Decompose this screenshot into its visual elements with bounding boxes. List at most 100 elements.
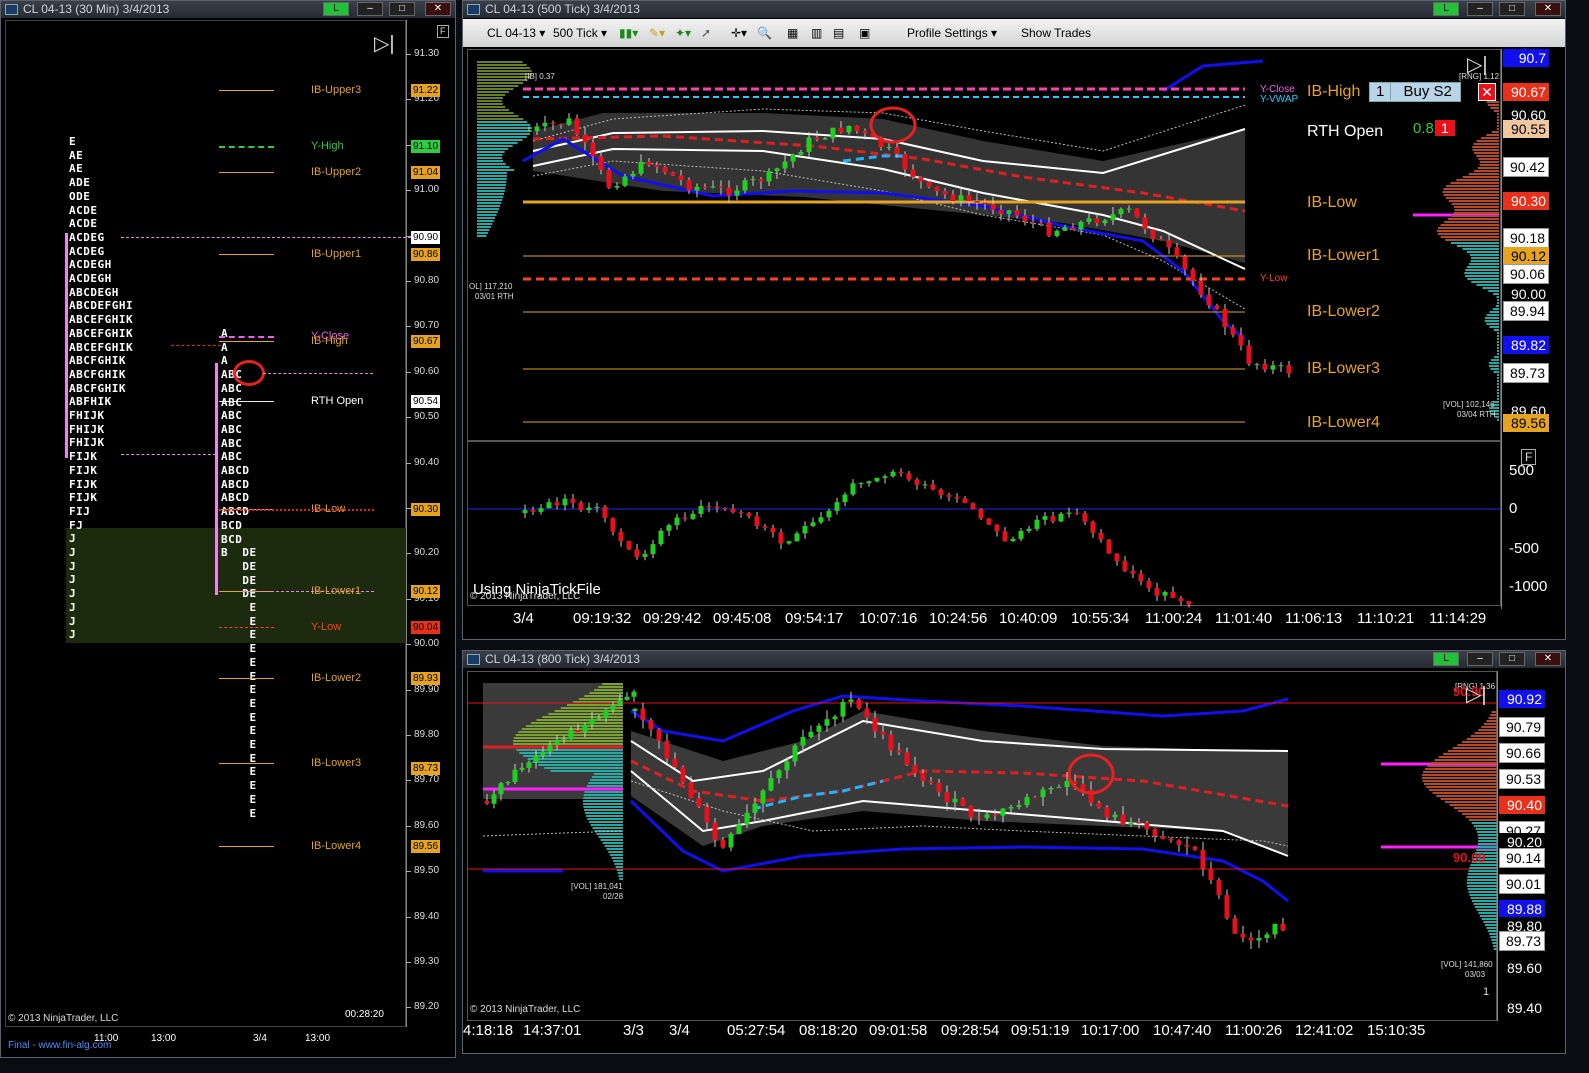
prior-profile-bar: [602, 842, 623, 844]
maximize-button[interactable]: □: [389, 2, 415, 16]
right-profile-bar: [1478, 729, 1497, 731]
prior-profile-bar: [593, 773, 623, 775]
collapse-icon[interactable]: ▷|: [1466, 685, 1487, 705]
left-chart-window[interactable]: CL 04-13 (30 Min) 3/4/2013 L – □ ✕ ▷| F …: [0, 0, 456, 1058]
candle-body: [910, 169, 916, 178]
minimize-button[interactable]: –: [357, 2, 383, 16]
candle-body: [986, 518, 992, 525]
collapse-icon[interactable]: ▷|: [1467, 55, 1488, 75]
volume-profile-bar: [477, 73, 532, 75]
tpo-row-1: FJ: [69, 518, 84, 532]
right-profile-bar: [1434, 759, 1497, 761]
order-qty[interactable]: 1: [1370, 83, 1392, 100]
bottom-chart-window[interactable]: CL 04-13 (800 Tick) 3/4/2013 L – □ ✕ [VO…: [462, 650, 1566, 1054]
candle-body: [617, 699, 623, 706]
volume-profile-bar: [477, 85, 519, 87]
candle-body: [526, 762, 532, 768]
candle-body: [862, 130, 868, 134]
candle-body: [1186, 601, 1192, 605]
candle-body: [566, 118, 572, 125]
time-tick: 4:18:18: [463, 1022, 514, 1039]
candle-body: [830, 127, 836, 139]
prior-profile-bar: [606, 848, 623, 850]
level-label-ib-lower4: IB-Lower4: [311, 840, 362, 852]
left-titlebar[interactable]: CL 04-13 (30 Min) 3/4/2013 L – □ ✕: [1, 1, 455, 18]
close-button[interactable]: ✕: [425, 2, 451, 16]
candle-body: [554, 740, 560, 746]
candle-body: [526, 130, 532, 132]
candle-body: [1040, 789, 1046, 798]
candle-body: [1026, 528, 1032, 531]
candle-body: [866, 481, 872, 484]
order-ticket[interactable]: 1 Buy S2: [1369, 82, 1461, 102]
candle-body: [596, 718, 602, 720]
right-profile-bar: [1497, 299, 1499, 301]
volume-profile-bar: [477, 121, 528, 123]
candle-body: [654, 164, 660, 168]
right-profile-bar: [1477, 846, 1497, 848]
level-line: [219, 678, 274, 679]
right-profile-bar: [1423, 771, 1497, 773]
candle-body: [1014, 210, 1020, 216]
candle-body: [744, 812, 750, 825]
candle-body: [640, 708, 646, 721]
volume-profile-bar: [477, 100, 503, 102]
right-profile-bar: [1421, 777, 1497, 779]
candle-body: [554, 502, 560, 506]
candle-body: [1082, 513, 1088, 522]
right-profile-bar: [1453, 212, 1499, 214]
footer-link[interactable]: Final - www.fin-alg.com: [8, 1040, 111, 1051]
candle-body: [1166, 240, 1172, 248]
link-button[interactable]: L: [323, 2, 349, 16]
price-tag: 90.42: [1503, 157, 1549, 177]
vol-left-date: 03/01 RTH: [475, 292, 514, 301]
candle-body: [1010, 538, 1016, 542]
left-price-tick-mark: [406, 417, 411, 419]
candle-body: [858, 483, 864, 485]
right-profile-bar: [1497, 383, 1499, 385]
top-chart-window[interactable]: CL 04-13 (500 Tick) 3/4/2013 L – □ ✕ CL …: [462, 0, 1566, 640]
prior-profile-bar: [584, 695, 623, 697]
tpo-row-2: ABCD: [221, 464, 250, 477]
candle-body: [603, 709, 609, 719]
right-profile-bar: [1478, 158, 1499, 160]
candle-body: [824, 719, 830, 726]
order-label[interactable]: Buy S2: [1396, 83, 1460, 100]
right-profile-bar: [1497, 344, 1499, 346]
candle-body: [914, 479, 920, 485]
left-time-2: 13:00: [151, 1033, 177, 1044]
tpo-row-1: FIJK: [69, 463, 98, 477]
candle-body: [666, 525, 672, 531]
candle-body: [582, 724, 588, 733]
y-vwap-label: Y-VWAP: [1260, 94, 1299, 105]
price-tag: 90.92: [1499, 690, 1545, 708]
candle-body: [894, 147, 900, 155]
tpo-row-2: E: [221, 738, 257, 751]
right-profile-bar: [1484, 320, 1499, 322]
right-profile-bar: [1481, 726, 1497, 728]
candle-body: [814, 137, 820, 140]
right-profile-bar: [1474, 732, 1497, 734]
right-profile-bar: [1486, 323, 1499, 325]
time-tick: 09:28:54: [941, 1022, 1000, 1039]
candle-body: [1262, 363, 1268, 370]
candle-body: [774, 168, 780, 172]
tpo-row-2: ABC: [221, 409, 243, 423]
candle-body: [938, 489, 944, 495]
candle-body: [1024, 797, 1030, 806]
tpo-row-2: E: [221, 765, 257, 779]
right-profile-bar: [1467, 873, 1497, 875]
prior-profile-bar: [586, 815, 623, 817]
candle-body: [1200, 849, 1206, 869]
price-tag: 89.40: [1499, 999, 1545, 1017]
collapse-icon[interactable]: ▷|: [374, 34, 395, 54]
volume-profile-bar: [477, 202, 502, 204]
level-ib-low: IB-Low: [1307, 194, 1357, 211]
candle-body: [1216, 879, 1222, 896]
cancel-order-icon[interactable]: ✕: [1478, 83, 1496, 101]
candle-body: [766, 171, 772, 182]
time-tick: 3/3: [623, 1022, 644, 1039]
right-profile-bar: [1450, 182, 1499, 184]
candle-body: [610, 705, 616, 710]
f-box[interactable]: F: [437, 25, 449, 38]
